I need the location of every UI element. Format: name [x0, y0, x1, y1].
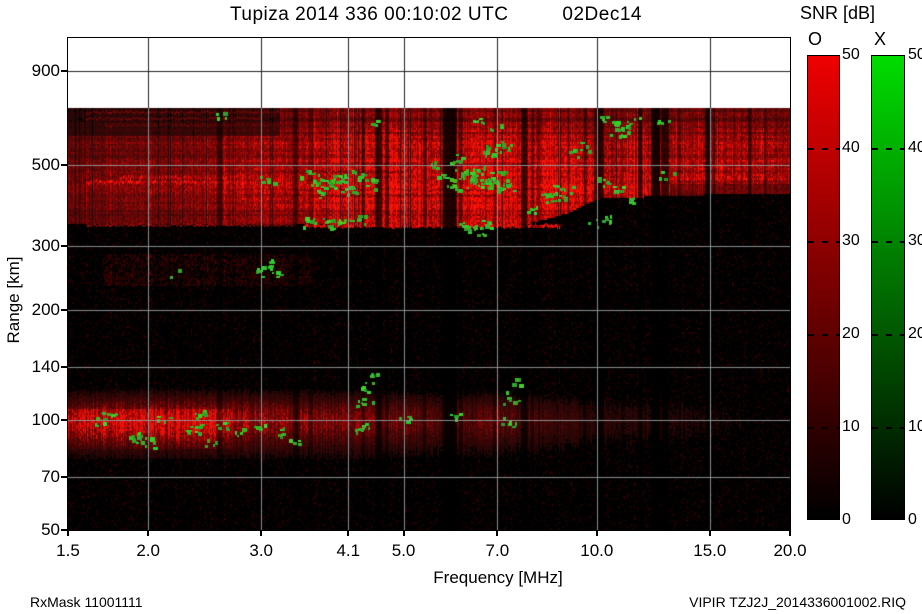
colorbar-tick-dash	[872, 334, 904, 336]
x-colorbar-tick-label: 40	[908, 139, 922, 156]
x-tick-label: 10.0	[580, 541, 614, 560]
o-mode-label: O	[808, 29, 823, 49]
y-axis-label: Range [km]	[4, 256, 23, 344]
x-tick-mark	[595, 530, 598, 536]
colorbar-tick-dash	[872, 427, 904, 429]
x-tick-mark	[402, 530, 405, 536]
y-tick-label: 900	[31, 61, 60, 81]
x-tick-mark	[347, 530, 350, 536]
x-tick-label: 20.0	[773, 541, 807, 560]
x-tick-label: 1.5	[56, 541, 80, 560]
x-tick-mark	[789, 530, 791, 536]
o-colorbar-tick-label: 20	[842, 325, 860, 342]
plot-frame	[67, 37, 791, 531]
x-colorbar-tick-label: 0	[908, 511, 917, 528]
y-tick-label: 50	[41, 520, 60, 539]
x-axis-label: Frequency [MHz]	[433, 568, 563, 587]
snr-colorbar: SNR [dB] O X 50 50 40 40 30 30 20 20 10 10 0 0	[795, 0, 922, 540]
x-colorbar-tick-label: 10	[908, 418, 922, 435]
x-colorbar-tick-label: 20	[908, 325, 922, 342]
x-tick-mark	[260, 530, 263, 536]
y-tick-label: 70	[41, 466, 60, 486]
o-colorbar-tick-label: 10	[842, 418, 860, 435]
y-tick-label: 100	[31, 410, 60, 430]
x-tick-mark	[496, 530, 499, 536]
filename-text: VIPIR TZJ2J_2014336001002.RIQ	[689, 594, 906, 610]
o-colorbar-tick-label: 30	[842, 232, 860, 249]
y-tick-mark	[61, 475, 67, 478]
y-tick-mark	[61, 419, 67, 422]
colorbar-tick-dash	[808, 241, 839, 243]
chart-title-text: Tupiza 2014 336 00:10:02 UTC	[230, 4, 509, 25]
ionogram-figure: Tupiza 2014 336 00:10:02 UTC 02Dec14 1.5…	[0, 0, 922, 614]
x-tick-mark	[708, 530, 711, 536]
x-tick-label: 4.1	[336, 541, 361, 560]
colorbar-tick-dash	[808, 148, 839, 150]
x-tick-mark	[147, 530, 150, 536]
x-tick-label: 2.0	[136, 541, 160, 560]
x-mode-label: X	[874, 29, 887, 49]
colorbar-title: SNR [dB]	[800, 3, 876, 23]
o-colorbar-tick-label: 50	[842, 46, 860, 63]
y-tick-label: 500	[31, 154, 60, 174]
colorbar-tick-dash	[872, 148, 904, 150]
x-tick-label: 5.0	[391, 541, 416, 560]
y-tick-mark	[61, 365, 67, 368]
x-mode-colorbar	[871, 55, 905, 520]
rxmask-text: RxMask 11001111	[30, 594, 143, 610]
y-tick-mark	[61, 529, 67, 531]
y-tick-mark	[61, 70, 67, 73]
x-tick-label: 3.0	[249, 541, 274, 560]
y-tick-mark	[61, 163, 67, 166]
chart-date-label: 02Dec14	[562, 4, 642, 25]
o-colorbar-tick-label: 0	[842, 511, 851, 528]
o-mode-colorbar	[807, 55, 840, 520]
x-colorbar-tick-label: 50	[908, 46, 922, 63]
x-tick-label: 15.0	[693, 541, 727, 560]
x-tick-mark	[67, 530, 69, 536]
x-tick-label: 7.0	[485, 541, 510, 560]
colorbar-tick-dash	[872, 241, 904, 243]
y-tick-mark	[61, 309, 67, 312]
colorbar-tick-dash	[808, 334, 839, 336]
y-tick-mark	[61, 244, 67, 247]
ionogram-heatmap-canvas	[68, 38, 790, 530]
x-colorbar-tick-label: 30	[908, 232, 922, 249]
colorbar-tick-dash	[808, 427, 839, 429]
o-colorbar-tick-label: 40	[842, 139, 860, 156]
chart-title: Tupiza 2014 336 00:10:02 UTC 02Dec14	[230, 4, 642, 26]
y-tick-label: 140	[31, 356, 60, 376]
